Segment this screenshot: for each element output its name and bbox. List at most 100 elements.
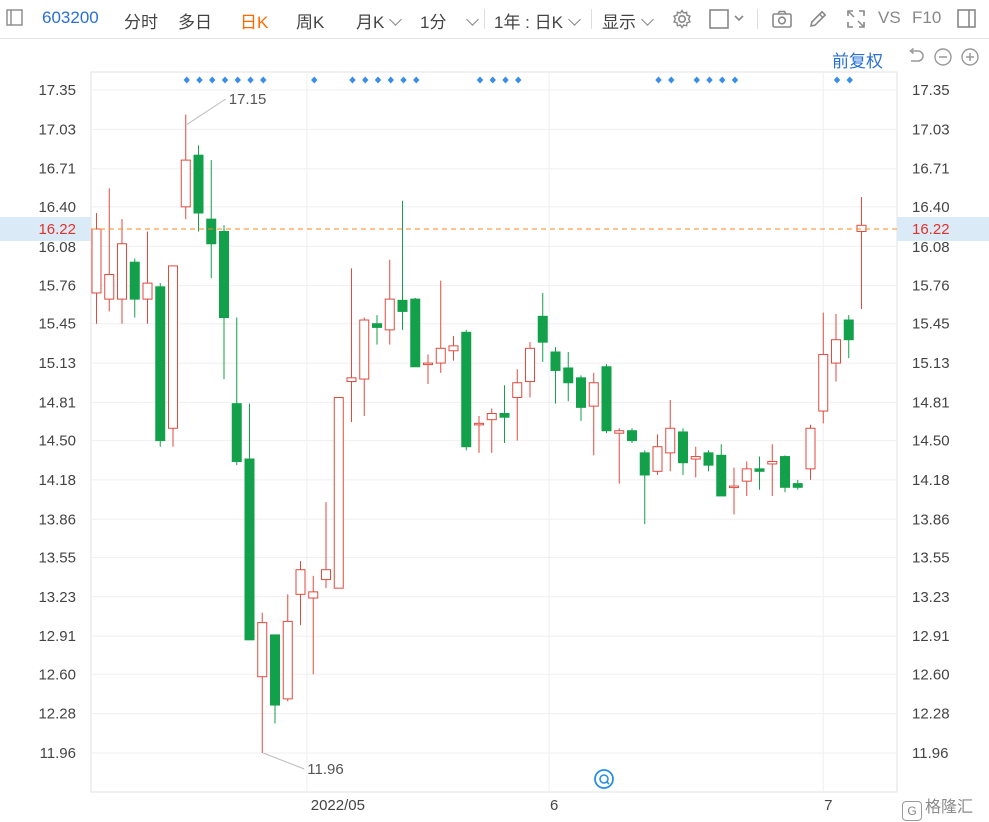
candle-body bbox=[780, 456, 790, 488]
sidebar-toggle-icon[interactable] bbox=[6, 9, 24, 32]
candle-body bbox=[678, 431, 688, 464]
display-dropdown[interactable]: 显示 bbox=[602, 8, 654, 33]
event-marker-icon bbox=[247, 76, 254, 84]
tab-daily-k[interactable]: 日K bbox=[240, 8, 268, 33]
candle-body bbox=[614, 430, 625, 434]
candle-body bbox=[117, 243, 127, 300]
max-price-label: 17.15 bbox=[229, 91, 267, 108]
candle-body bbox=[525, 347, 535, 383]
fullscreen-icon[interactable] bbox=[845, 8, 867, 30]
candle-body bbox=[91, 228, 102, 294]
candle-down bbox=[563, 352, 574, 402]
event-marker-icon bbox=[413, 76, 420, 84]
y-tick-label-right: 13.23 bbox=[912, 589, 950, 606]
y-tick-label-right: 15.45 bbox=[912, 316, 950, 333]
event-marker-icon bbox=[719, 76, 726, 84]
candle-body bbox=[754, 468, 765, 472]
y-tick-label-right: 12.60 bbox=[912, 666, 950, 683]
candle-body bbox=[359, 319, 370, 380]
camera-icon[interactable] bbox=[771, 8, 793, 30]
vs-button[interactable]: VS bbox=[878, 8, 901, 28]
y-tick-label-right: 15.13 bbox=[912, 355, 950, 372]
candlestick-chart[interactable]: 17.35 17.35 17.03 17.03 16.71 16.71 16.40 16.40… bbox=[0, 38, 989, 822]
settings-icon[interactable] bbox=[671, 8, 693, 30]
candle-up bbox=[665, 399, 676, 472]
candle-body bbox=[499, 413, 510, 418]
candle-down bbox=[639, 450, 650, 525]
event-marker-icon bbox=[400, 76, 407, 84]
candle-up bbox=[525, 342, 535, 398]
candle-down bbox=[244, 403, 255, 641]
candle-body bbox=[767, 460, 778, 465]
candle-down bbox=[716, 444, 727, 497]
y-tick-label-left: 14.81 bbox=[38, 394, 76, 411]
candle-down bbox=[155, 283, 166, 447]
tab-multi-day[interactable]: 多日 bbox=[178, 8, 212, 33]
candle-body bbox=[410, 298, 421, 368]
monthly-k-dropdown[interactable]: 月K bbox=[356, 8, 403, 33]
minute-dropdown[interactable]: 1分 bbox=[420, 8, 480, 33]
candle-down bbox=[372, 315, 382, 345]
candle-up bbox=[729, 467, 739, 515]
candle-body bbox=[831, 339, 841, 364]
pencil-icon[interactable] bbox=[807, 8, 829, 30]
candle-body bbox=[155, 286, 166, 442]
range-dropdown[interactable]: 1年 : 日K bbox=[494, 8, 581, 33]
y-tick-label-right: 12.28 bbox=[912, 706, 950, 723]
event-marker-icon bbox=[693, 76, 700, 84]
candle-down bbox=[576, 375, 586, 421]
y-tick-label-left: 12.28 bbox=[38, 706, 76, 723]
candle-body bbox=[588, 382, 599, 407]
y-tick-label-left: 15.45 bbox=[38, 316, 76, 333]
event-marker-icon bbox=[183, 76, 190, 84]
event-marker-icon bbox=[731, 76, 739, 84]
candle-body bbox=[308, 591, 319, 599]
y-tick-label-right: 17.03 bbox=[912, 121, 950, 138]
y-tick-label-left: 11.96 bbox=[40, 745, 76, 762]
event-marker-icon bbox=[196, 76, 203, 84]
candle-down bbox=[461, 329, 472, 451]
candle-down bbox=[397, 200, 408, 330]
candle-body bbox=[219, 230, 229, 319]
candle-down bbox=[219, 225, 229, 380]
candle-body bbox=[104, 274, 115, 300]
candle-up bbox=[180, 114, 191, 220]
watermark-logo-icon: G bbox=[902, 801, 922, 821]
candle-body bbox=[601, 366, 612, 432]
candle-down bbox=[754, 456, 765, 490]
range-label: 1年 : 日K bbox=[494, 13, 563, 32]
square-icon[interactable] bbox=[709, 8, 749, 30]
tab-weekly-k[interactable]: 周K bbox=[296, 8, 324, 33]
max-label-leader bbox=[186, 98, 227, 126]
tab-intraday[interactable]: 分时 bbox=[124, 8, 158, 33]
candle-up bbox=[423, 354, 433, 384]
current-price-label-left: 16.22 bbox=[38, 221, 76, 238]
candle-up bbox=[690, 446, 701, 478]
event-marker-icon bbox=[311, 76, 318, 84]
stock-code[interactable]: 603200 bbox=[42, 8, 99, 28]
y-tick-label-right: 16.40 bbox=[912, 199, 950, 216]
event-marker-icon bbox=[362, 76, 369, 84]
window-icon[interactable] bbox=[956, 8, 978, 30]
plot-frame bbox=[90, 71, 898, 793]
candle-body bbox=[333, 397, 344, 589]
candle-body bbox=[231, 403, 242, 462]
candle-up bbox=[308, 575, 319, 675]
candle-up bbox=[856, 197, 867, 309]
candle-body bbox=[435, 347, 446, 364]
f10-button[interactable]: F10 bbox=[912, 8, 941, 28]
candle-down bbox=[270, 634, 280, 724]
candle-body bbox=[295, 569, 306, 595]
candle-up bbox=[818, 312, 829, 424]
event-marker-icon bbox=[833, 76, 841, 84]
divider bbox=[757, 9, 758, 29]
magnifier-icon[interactable] bbox=[594, 769, 614, 789]
candle-body bbox=[142, 282, 153, 300]
candle-body bbox=[397, 299, 408, 312]
event-marker-icon bbox=[706, 76, 713, 84]
candle-up bbox=[384, 259, 395, 345]
candle-up bbox=[257, 612, 268, 753]
candle-body bbox=[346, 377, 357, 383]
candle-down bbox=[703, 450, 714, 472]
candle-body bbox=[461, 331, 472, 448]
